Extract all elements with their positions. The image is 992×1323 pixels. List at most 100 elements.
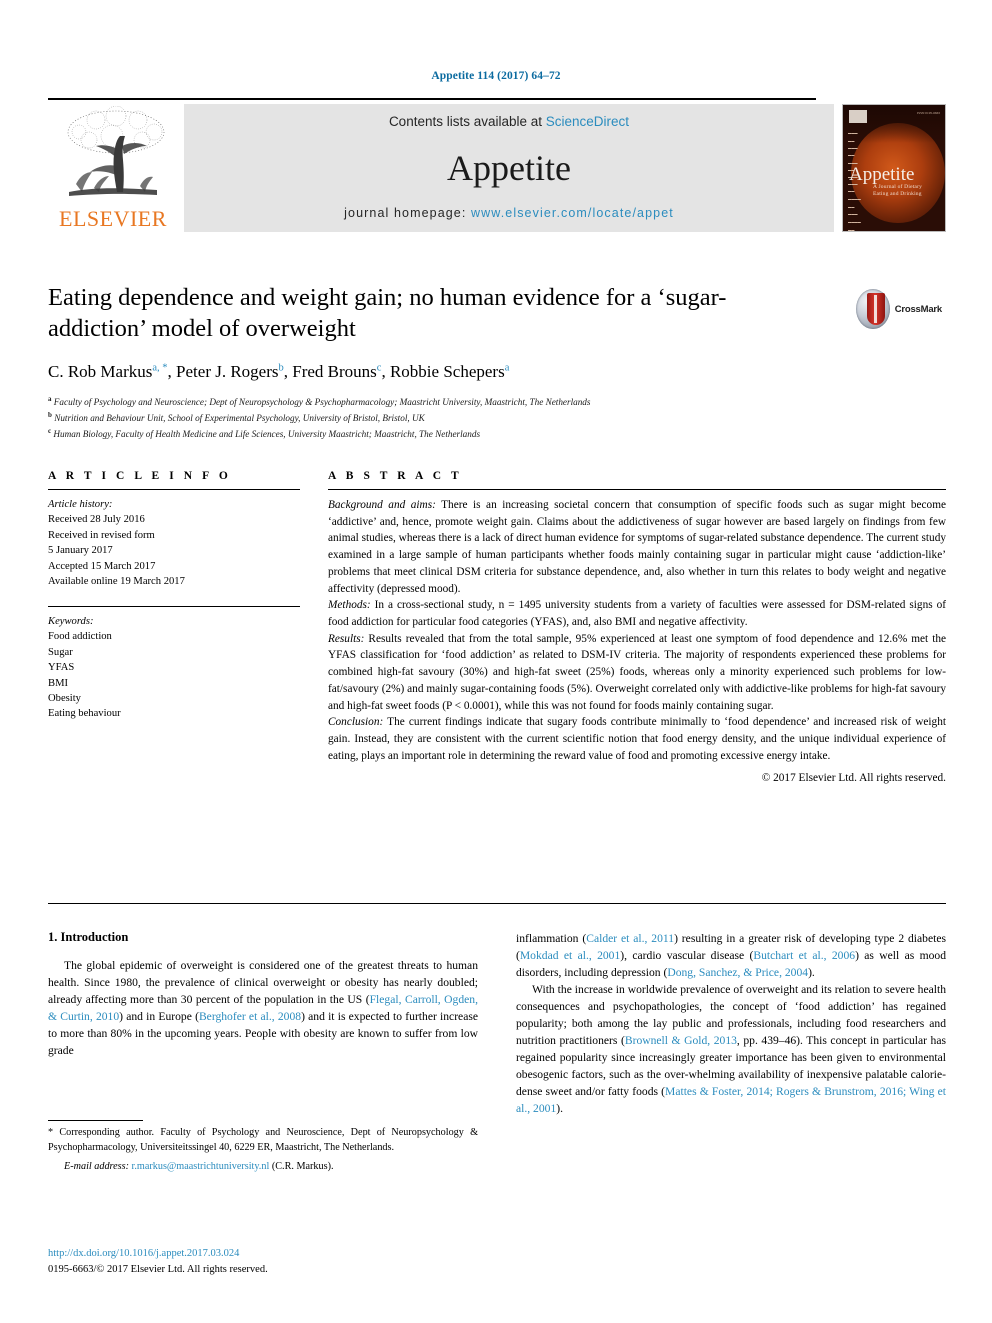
footnote-corresponding-text: * Corresponding author. Faculty of Psych…	[48, 1127, 478, 1153]
abstract-results-text: Results revealed that from the total sam…	[328, 632, 946, 712]
article-info-rule	[48, 489, 300, 490]
citation-link[interactable]: Butchart et al., 2006	[753, 949, 855, 962]
keywords-label: Keywords:	[48, 615, 94, 627]
keyword-item: Eating behaviour	[48, 708, 121, 720]
abstract-heading: A B S T R A C T	[328, 470, 463, 482]
abstract-background-label: Background and aims:	[328, 499, 436, 511]
body-text: ) and in Europe (	[119, 1010, 199, 1024]
history-item: Received 28 July 2016	[48, 514, 145, 526]
crossmark-label: CrossMark	[894, 303, 943, 315]
author-item: C. Rob Markusa, *	[48, 362, 168, 381]
journal-banner: Contents lists available at ScienceDirec…	[184, 104, 834, 232]
intro-paragraph-right-1: inflammation (Calder et al., 2011) resul…	[516, 930, 946, 981]
body-text: inflammation (	[516, 932, 587, 945]
crossmark-icon	[856, 289, 890, 329]
homepage-label: journal homepage:	[344, 206, 471, 220]
homepage-url-link[interactable]: www.elsevier.com/locate/appet	[471, 206, 674, 220]
affiliation-item: a Faculty of Psychology and Neuroscience…	[48, 394, 946, 410]
author-marks: c	[376, 362, 382, 374]
intro-paragraph-left-1: The global epidemic of overweight is con…	[48, 957, 478, 1059]
keyword-item: Obesity	[48, 692, 81, 704]
author-name: Peter J. Rogers	[176, 361, 279, 381]
author-item: Fred Brounsc	[292, 362, 381, 381]
contents-available-line: Contents lists available at ScienceDirec…	[389, 114, 629, 129]
elsevier-logo-block: ELSEVIER	[48, 104, 178, 232]
author-item: Robbie Schepersa	[390, 362, 509, 381]
affiliation-mark: b	[48, 410, 52, 419]
article-header: Eating dependence and weight gain; no hu…	[48, 283, 946, 442]
affiliation-text: Human Biology, Faculty of Health Medicin…	[53, 428, 481, 439]
article-info-column: A R T I C L E I N F O Article history: R…	[48, 470, 300, 786]
author-name: C. Rob Markus	[48, 361, 153, 381]
history-item: Accepted 15 March 2017	[48, 560, 156, 572]
journal-cover-block: ISSN 0195-6663 ▬▬▬ ▬▬ ▬▬▬ ▬▬ ▬▬▬ ▬▬ ▬▬▬ Appeti…	[842, 104, 946, 232]
abstract-background-text: There is an increasing societal concern …	[328, 499, 946, 595]
elsevier-wordmark: ELSEVIER	[59, 206, 167, 231]
author-item: Peter J. Rogersb	[176, 362, 284, 381]
author-list: C. Rob Markusa, *, Peter J. Rogersb, Fre…	[48, 361, 510, 381]
journal-homepage-line: journal homepage: www.elsevier.com/locat…	[344, 206, 674, 220]
abstract-copyright: © 2017 Elsevier Ltd. All rights reserved…	[761, 771, 946, 784]
citation-link[interactable]: Dong, Sanchez, & Price, 2004	[667, 966, 808, 979]
abstract-paragraph-results: Results: Results revealed that from the …	[328, 631, 946, 715]
abstract-results-label: Results:	[328, 632, 365, 645]
body-column-left: 1. Introduction The global epidemic of o…	[48, 930, 478, 1117]
elsevier-tree-icon	[54, 105, 172, 202]
keyword-item: BMI	[48, 677, 69, 689]
body-column-right: inflammation (Calder et al., 2011) resul…	[516, 930, 946, 1117]
affiliation-list: a Faculty of Psychology and Neuroscience…	[48, 394, 946, 442]
article-info-divider	[48, 605, 300, 607]
author-marks: a, *	[152, 362, 168, 374]
abstract-paragraph-conclusion: Conclusion: The current findings indicat…	[328, 714, 946, 764]
abstract-body: Background and aims: There is an increas…	[328, 497, 946, 786]
article-history-label: Article history:	[48, 499, 113, 510]
cover-subtitle-line1: A Journal of Dietary	[873, 184, 923, 191]
running-head: Appetite 114 (2017) 64–72	[431, 70, 561, 82]
issn-copyright-line: 0195-6663/© 2017 Elsevier Ltd. All right…	[48, 1263, 268, 1275]
abstract-methods-text: In a cross-sectional study, n = 1495 uni…	[328, 599, 946, 629]
abstract-paragraph-background: Background and aims: There is an increas…	[328, 497, 946, 597]
cover-publisher-mark	[849, 110, 867, 123]
cover-contents-list-lower: ▬▬▬▬▬▬▬▬▬▬▬▬▬▬▬▬▬▬▬▬▬▬▬	[848, 181, 861, 232]
affiliation-mark: c	[48, 426, 52, 435]
journal-title: Appetite	[447, 147, 571, 188]
footnote-rule	[48, 1120, 143, 1121]
affiliation-mark: a	[48, 394, 52, 403]
history-item: Received in revised form	[48, 529, 155, 541]
journal-cover-image: ISSN 0195-6663 ▬▬▬ ▬▬ ▬▬▬ ▬▬ ▬▬▬ ▬▬ ▬▬▬ Appeti…	[842, 104, 946, 232]
body-columns: 1. Introduction The global epidemic of o…	[48, 930, 946, 1117]
info-abstract-region: A R T I C L E I N F O Article history: R…	[48, 470, 946, 786]
crossmark-badge[interactable]: CrossMark	[856, 287, 942, 331]
abstract-conclusion-label: Conclusion:	[328, 716, 384, 729]
author-name: Fred Brouns	[292, 361, 377, 381]
history-item: Available online 19 March 2017	[48, 576, 185, 588]
article-history-group: Article history: Received 28 July 2016 R…	[48, 497, 300, 590]
intro-paragraph-right-2: With the increase in worldwide prevalenc…	[516, 981, 946, 1117]
citation-link[interactable]: Calder et al., 2011	[586, 932, 674, 945]
body-text: ), cardio vascular disease (	[620, 949, 754, 963]
cover-issn-text: ISSN 0195-6663	[917, 111, 940, 115]
citation-link[interactable]: Berghofer et al., 2008	[199, 1010, 301, 1023]
citation-link[interactable]: Brownell & Gold, 2013	[625, 1034, 737, 1047]
email-suffix: (C.R. Markus).	[269, 1160, 334, 1172]
contents-prefix: Contents lists available at	[388, 114, 546, 129]
keyword-item: YFAS	[48, 662, 75, 674]
affiliation-item: b Nutrition and Behaviour Unit, School o…	[48, 410, 946, 426]
footnote-email-line: E-mail address: r.markus@maastrichtunive…	[48, 1161, 478, 1172]
doi-link[interactable]: http://dx.doi.org/10.1016/j.appet.2017.0…	[48, 1246, 478, 1262]
abstract-paragraph-methods: Methods: In a cross-sectional study, n =…	[328, 597, 946, 630]
history-item: 5 January 2017	[48, 545, 113, 557]
email-link[interactable]: r.markus@maastrichtuniversity.nl	[132, 1161, 270, 1172]
journal-masthead: ELSEVIER Contents lists available at Sci…	[48, 98, 946, 232]
abstract-bottom-rule	[48, 903, 946, 904]
keyword-item: Sugar	[48, 646, 73, 658]
author-marks: b	[278, 362, 284, 374]
body-text: ).	[556, 1102, 564, 1116]
section-heading-introduction: 1. Introduction	[48, 930, 129, 944]
sciencedirect-link[interactable]: ScienceDirect	[546, 114, 629, 129]
keyword-item: Food addiction	[48, 631, 112, 643]
paper-page: Appetite 114 (2017) 64–72 ELSEVIER Conte…	[0, 0, 992, 1323]
abstract-methods-label: Methods:	[328, 599, 371, 612]
citation-link[interactable]: Mokdad et al., 2001	[520, 949, 620, 962]
abstract-rule	[328, 489, 946, 490]
